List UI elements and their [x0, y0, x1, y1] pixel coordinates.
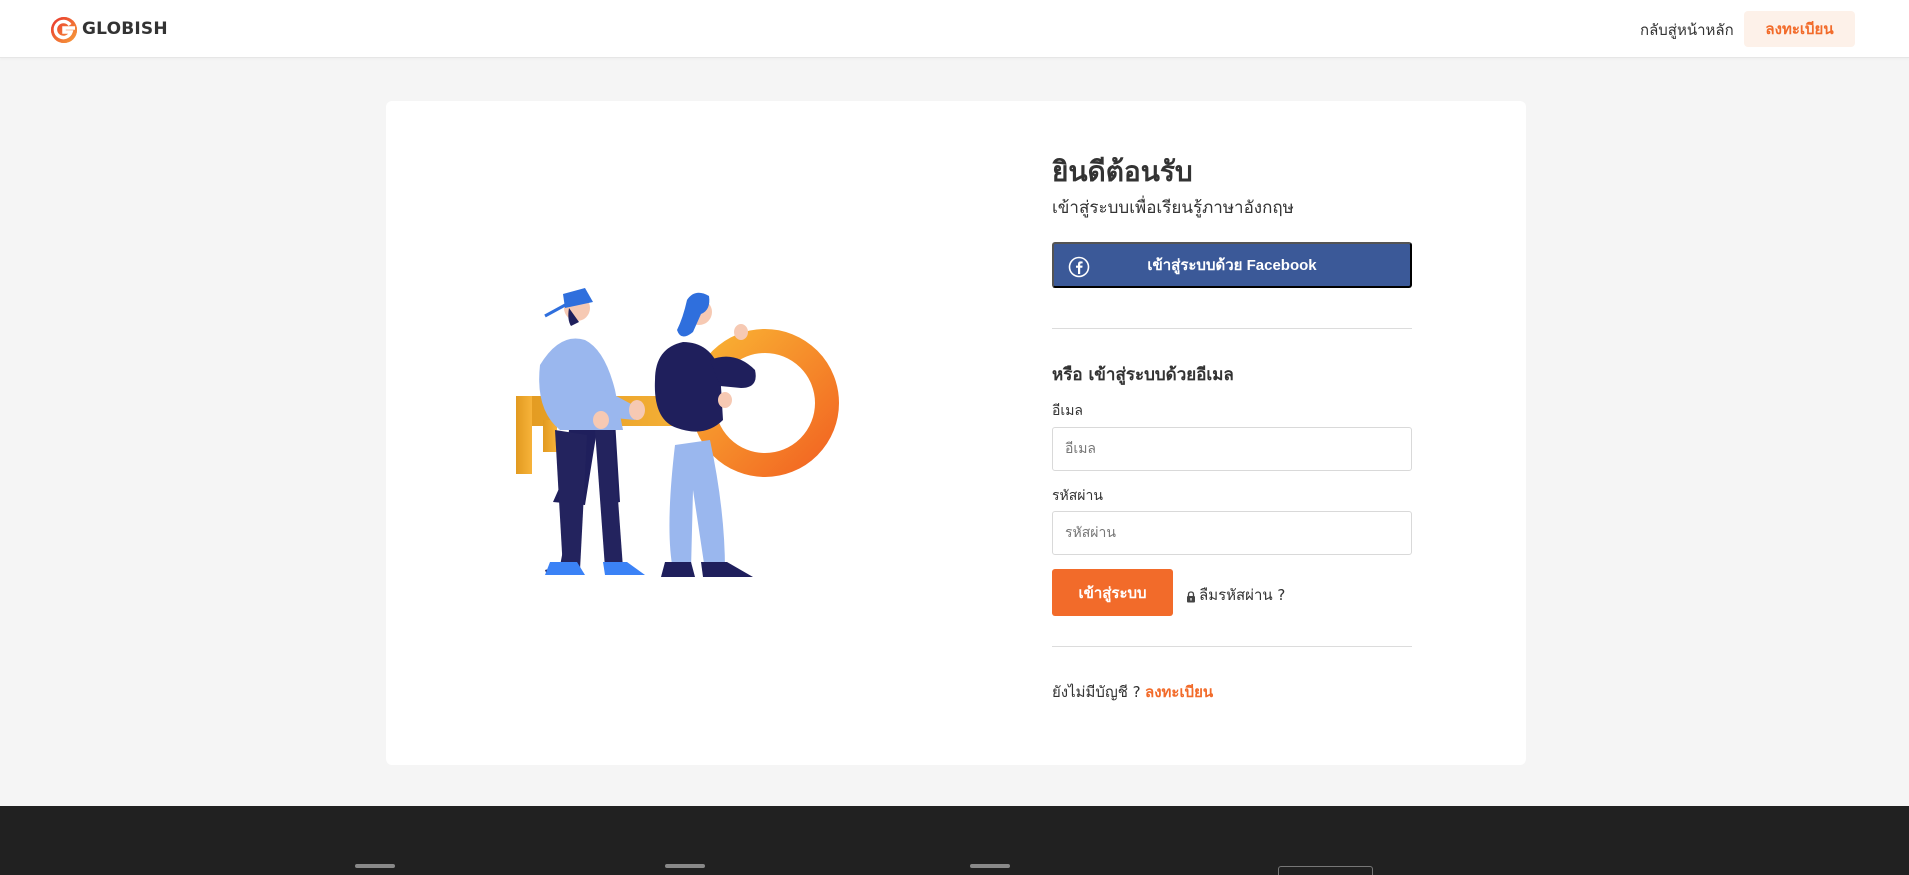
password-label: รหัสผ่าน — [1052, 488, 1103, 504]
divider — [1052, 646, 1412, 647]
page-subtitle: เข้าสู่ระบบเพื่อเรียนรู้ภาษาอังกฤษ — [1052, 198, 1294, 218]
footer-heading — [970, 864, 1010, 868]
facebook-icon — [1068, 256, 1090, 278]
globish-logo-icon — [48, 13, 80, 45]
email-login-heading: หรือ เข้าสู่ระบบด้วยอีเมล — [1052, 365, 1234, 385]
login-submit-button[interactable]: เข้าสู่ระบบ — [1052, 569, 1173, 616]
no-account-text: ยังไม่มีบัญชี ? — [1052, 683, 1141, 701]
register-button[interactable]: ลงทะเบียน — [1744, 11, 1855, 47]
register-link[interactable]: ลงทะเบียน — [1145, 680, 1213, 704]
email-label: อีเมล — [1052, 403, 1084, 419]
password-field[interactable] — [1052, 511, 1412, 555]
facebook-login-label: เข้าสู่ระบบด้วย Facebook — [1147, 257, 1317, 274]
lock-icon — [1186, 589, 1196, 603]
forgot-password-link[interactable]: ลืมรหัสผ่าน ? — [1186, 583, 1285, 607]
brand-logo[interactable]: GLOBISH — [48, 13, 168, 45]
footer-heading — [665, 864, 705, 868]
forgot-password-label: ลืมรหัสผ่าน ? — [1199, 586, 1286, 604]
facebook-login-button[interactable]: เข้าสู่ระบบด้วย Facebook — [1052, 242, 1412, 288]
page-title: ยินดีต้อนรับ — [1052, 155, 1193, 188]
people-with-key-illustration — [505, 270, 845, 590]
footer — [0, 806, 1909, 875]
back-home-link[interactable]: กลับสู่หน้าหลัก — [1640, 18, 1734, 42]
top-navbar: GLOBISH กลับสู่หน้าหลัก ลงทะเบียน — [0, 0, 1909, 58]
footer-heading — [355, 864, 395, 868]
brand-name: GLOBISH — [82, 19, 168, 39]
divider — [1052, 328, 1412, 329]
email-field[interactable] — [1052, 427, 1412, 471]
footer-badge[interactable] — [1278, 866, 1373, 875]
